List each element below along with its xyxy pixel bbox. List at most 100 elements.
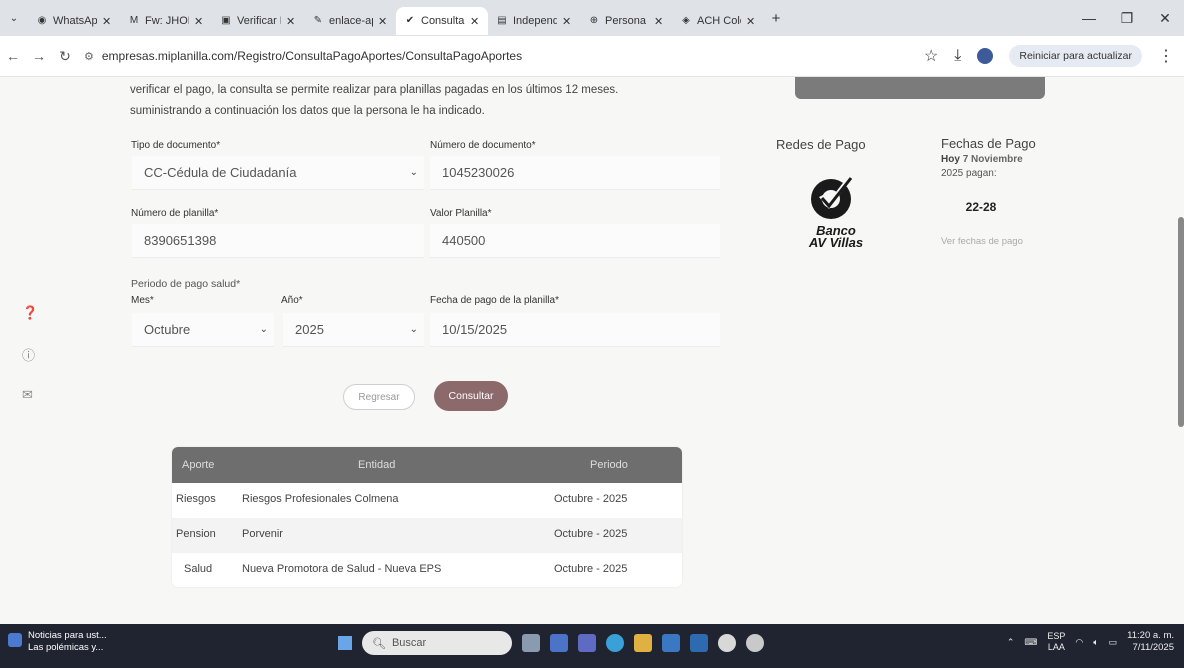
table-header: Aporte Entidad Periodo [172, 447, 682, 483]
update-button[interactable]: Reiniciar para actualizar [1009, 45, 1142, 67]
tab-verificar[interactable]: ▣ Verificar Pla ✕ [212, 7, 304, 35]
close-icon[interactable]: ✕ [470, 15, 480, 28]
valor-planilla-label: Valor Planilla* [430, 208, 492, 219]
forward-icon[interactable]: → [26, 48, 52, 64]
volume-icon[interactable]: 🔈︎ [1093, 637, 1098, 648]
mail-icon[interactable]: ✉ [22, 387, 33, 403]
tab-whatsapp[interactable]: ◉ WhatsApp ✕ [28, 7, 120, 35]
tab-search-icon[interactable]: ⌄ [0, 13, 28, 24]
wifi-icon[interactable]: ◠ [1075, 637, 1083, 648]
numero-planilla-input[interactable]: 8390651398 [132, 224, 424, 258]
lang-line: LAA [1047, 642, 1065, 652]
news-line: Noticias para ust... [28, 630, 107, 641]
tab-consulta[interactable]: ✔ Consulta de ✕ [396, 7, 488, 35]
task-view-icon[interactable] [550, 634, 568, 652]
planilla-icon: ▣ [221, 15, 231, 26]
tab-ach[interactable]: ◈ ACH Colom ✕ [672, 7, 764, 35]
tab-label: WhatsApp [53, 15, 97, 27]
help-icon[interactable]: ❓ [22, 305, 38, 321]
tab-label: enlace-apt [329, 15, 373, 27]
ach-icon: ◈ [682, 15, 690, 26]
tab-label: Independi [513, 15, 557, 27]
close-icon[interactable]: ✕ [654, 15, 664, 28]
valor-planilla-input[interactable]: 440500 [430, 224, 720, 258]
hoy-label: Hoy 7 Noviembre [941, 154, 1023, 166]
cell-periodo: Octubre - 2025 [554, 528, 628, 540]
news-widget[interactable]: Noticias para ust... Las polémicas y... [8, 630, 107, 654]
menu-icon[interactable]: ⋮ [1158, 46, 1174, 66]
clock-time: 11:20 a. m. [1127, 630, 1174, 641]
mes-value: Octubre [144, 322, 191, 337]
battery-icon[interactable]: ▭ [1109, 637, 1118, 648]
scrollbar[interactable] [1178, 217, 1184, 427]
chevron-up-icon[interactable]: ⌃ [1007, 637, 1015, 648]
consultar-button[interactable]: Consultar [434, 381, 508, 411]
teams-icon[interactable] [578, 634, 596, 652]
anio-select[interactable]: 2025 ⌄ [283, 313, 424, 347]
back-icon[interactable]: ← [0, 48, 26, 64]
url-field[interactable]: ⚙ empresas.miplanilla.com/Registro/Consu… [84, 49, 924, 63]
tab-gmail[interactable]: M Fw: JHON C ✕ [120, 7, 212, 35]
site-info-icon[interactable]: ⚙ [84, 50, 94, 63]
numero-documento-input[interactable]: 1045230026 [430, 156, 720, 190]
cell-periodo: Octubre - 2025 [554, 563, 628, 575]
system-tray: ⌃ ⌨ ESP LAA ◠ 🔈︎ ▭ 11:20 a. m. 7/11/2025 [1007, 630, 1174, 654]
reload-icon[interactable]: ↻ [52, 48, 78, 65]
close-icon[interactable]: ✕ [562, 15, 572, 28]
star-icon[interactable]: ☆ [924, 46, 938, 66]
tab-persona[interactable]: ⊕ Persona ✕ [580, 7, 672, 35]
windows-start-icon[interactable] [338, 636, 352, 650]
anio-value: 2025 [295, 322, 324, 337]
fecha-pago-input[interactable]: 10/15/2025 [430, 313, 720, 347]
restore-icon[interactable]: ❐ [1108, 10, 1146, 27]
chrome-profile-icon[interactable] [746, 634, 764, 652]
regresar-button[interactable]: Regresar [343, 384, 415, 410]
taskbar-search[interactable]: 🔍︎ Buscar [362, 631, 512, 655]
intro-line: verificar el pago, la consulta se permit… [130, 84, 619, 96]
banco-av-villas-logo[interactable] [805, 169, 861, 225]
minimize-icon[interactable]: — [1070, 10, 1108, 26]
profile-avatar[interactable] [977, 48, 994, 64]
close-icon[interactable]: ✕ [378, 15, 388, 28]
chrome-icon[interactable] [718, 634, 736, 652]
close-icon[interactable]: ✕ [286, 15, 296, 28]
tipo-documento-label: Tipo de documento* [131, 140, 221, 151]
cell-aporte: Riesgos [176, 493, 216, 505]
mes-select[interactable]: Octubre ⌄ [132, 313, 274, 347]
ver-fechas-link[interactable]: Ver fechas de pago [941, 236, 1023, 247]
widget-app-icon[interactable] [522, 634, 540, 652]
file-explorer-icon[interactable] [634, 634, 652, 652]
tab-independiente[interactable]: ▤ Independi ✕ [488, 7, 580, 35]
info-icon[interactable]: ⓘ [22, 345, 35, 364]
close-icon[interactable]: ✕ [102, 15, 112, 28]
numero-planilla-label: Número de planilla* [131, 208, 219, 219]
download-icon[interactable]: ⤓ [954, 47, 961, 65]
language-indicator[interactable]: ESP LAA [1047, 631, 1065, 653]
close-window-icon[interactable]: ✕ [1146, 10, 1184, 27]
periodo-label: Periodo de pago salud* [131, 278, 241, 290]
hoy-date: 7 Noviembre [962, 154, 1023, 165]
numero-documento-value: 1045230026 [442, 165, 515, 180]
taskbar-apps: 🔍︎ Buscar [338, 631, 764, 655]
tab-enlace[interactable]: ✎ enlace-apt ✕ [304, 7, 396, 35]
keyboard-icon[interactable]: ⌨ [1024, 637, 1037, 648]
si-icon: ▤ [497, 15, 507, 26]
new-tab-icon[interactable]: + [764, 10, 788, 27]
cell-entidad: Nueva Promotora de Salud - Nueva EPS [242, 563, 442, 575]
edge-icon[interactable] [606, 634, 624, 652]
banco-line: AV Villas [808, 235, 864, 250]
news-icon [8, 633, 22, 647]
gmail-icon: M [129, 15, 139, 26]
banco-name: Banco AV Villas [800, 224, 872, 250]
numero-planilla-value: 8390651398 [144, 233, 217, 248]
mail-app-icon[interactable] [690, 634, 708, 652]
globe-icon: ⊕ [589, 15, 599, 26]
tipo-documento-select[interactable]: CC-Cédula de Ciudadanía ⌄ [132, 156, 424, 190]
close-icon[interactable]: ✕ [746, 15, 756, 28]
check-icon: ✔ [405, 15, 415, 26]
close-icon[interactable]: ✕ [194, 15, 204, 28]
tipo-documento-value: CC-Cédula de Ciudadanía [144, 165, 297, 180]
store-icon[interactable] [662, 634, 680, 652]
clock[interactable]: 11:20 a. m. 7/11/2025 [1127, 630, 1174, 654]
search-placeholder: Buscar [391, 637, 427, 649]
